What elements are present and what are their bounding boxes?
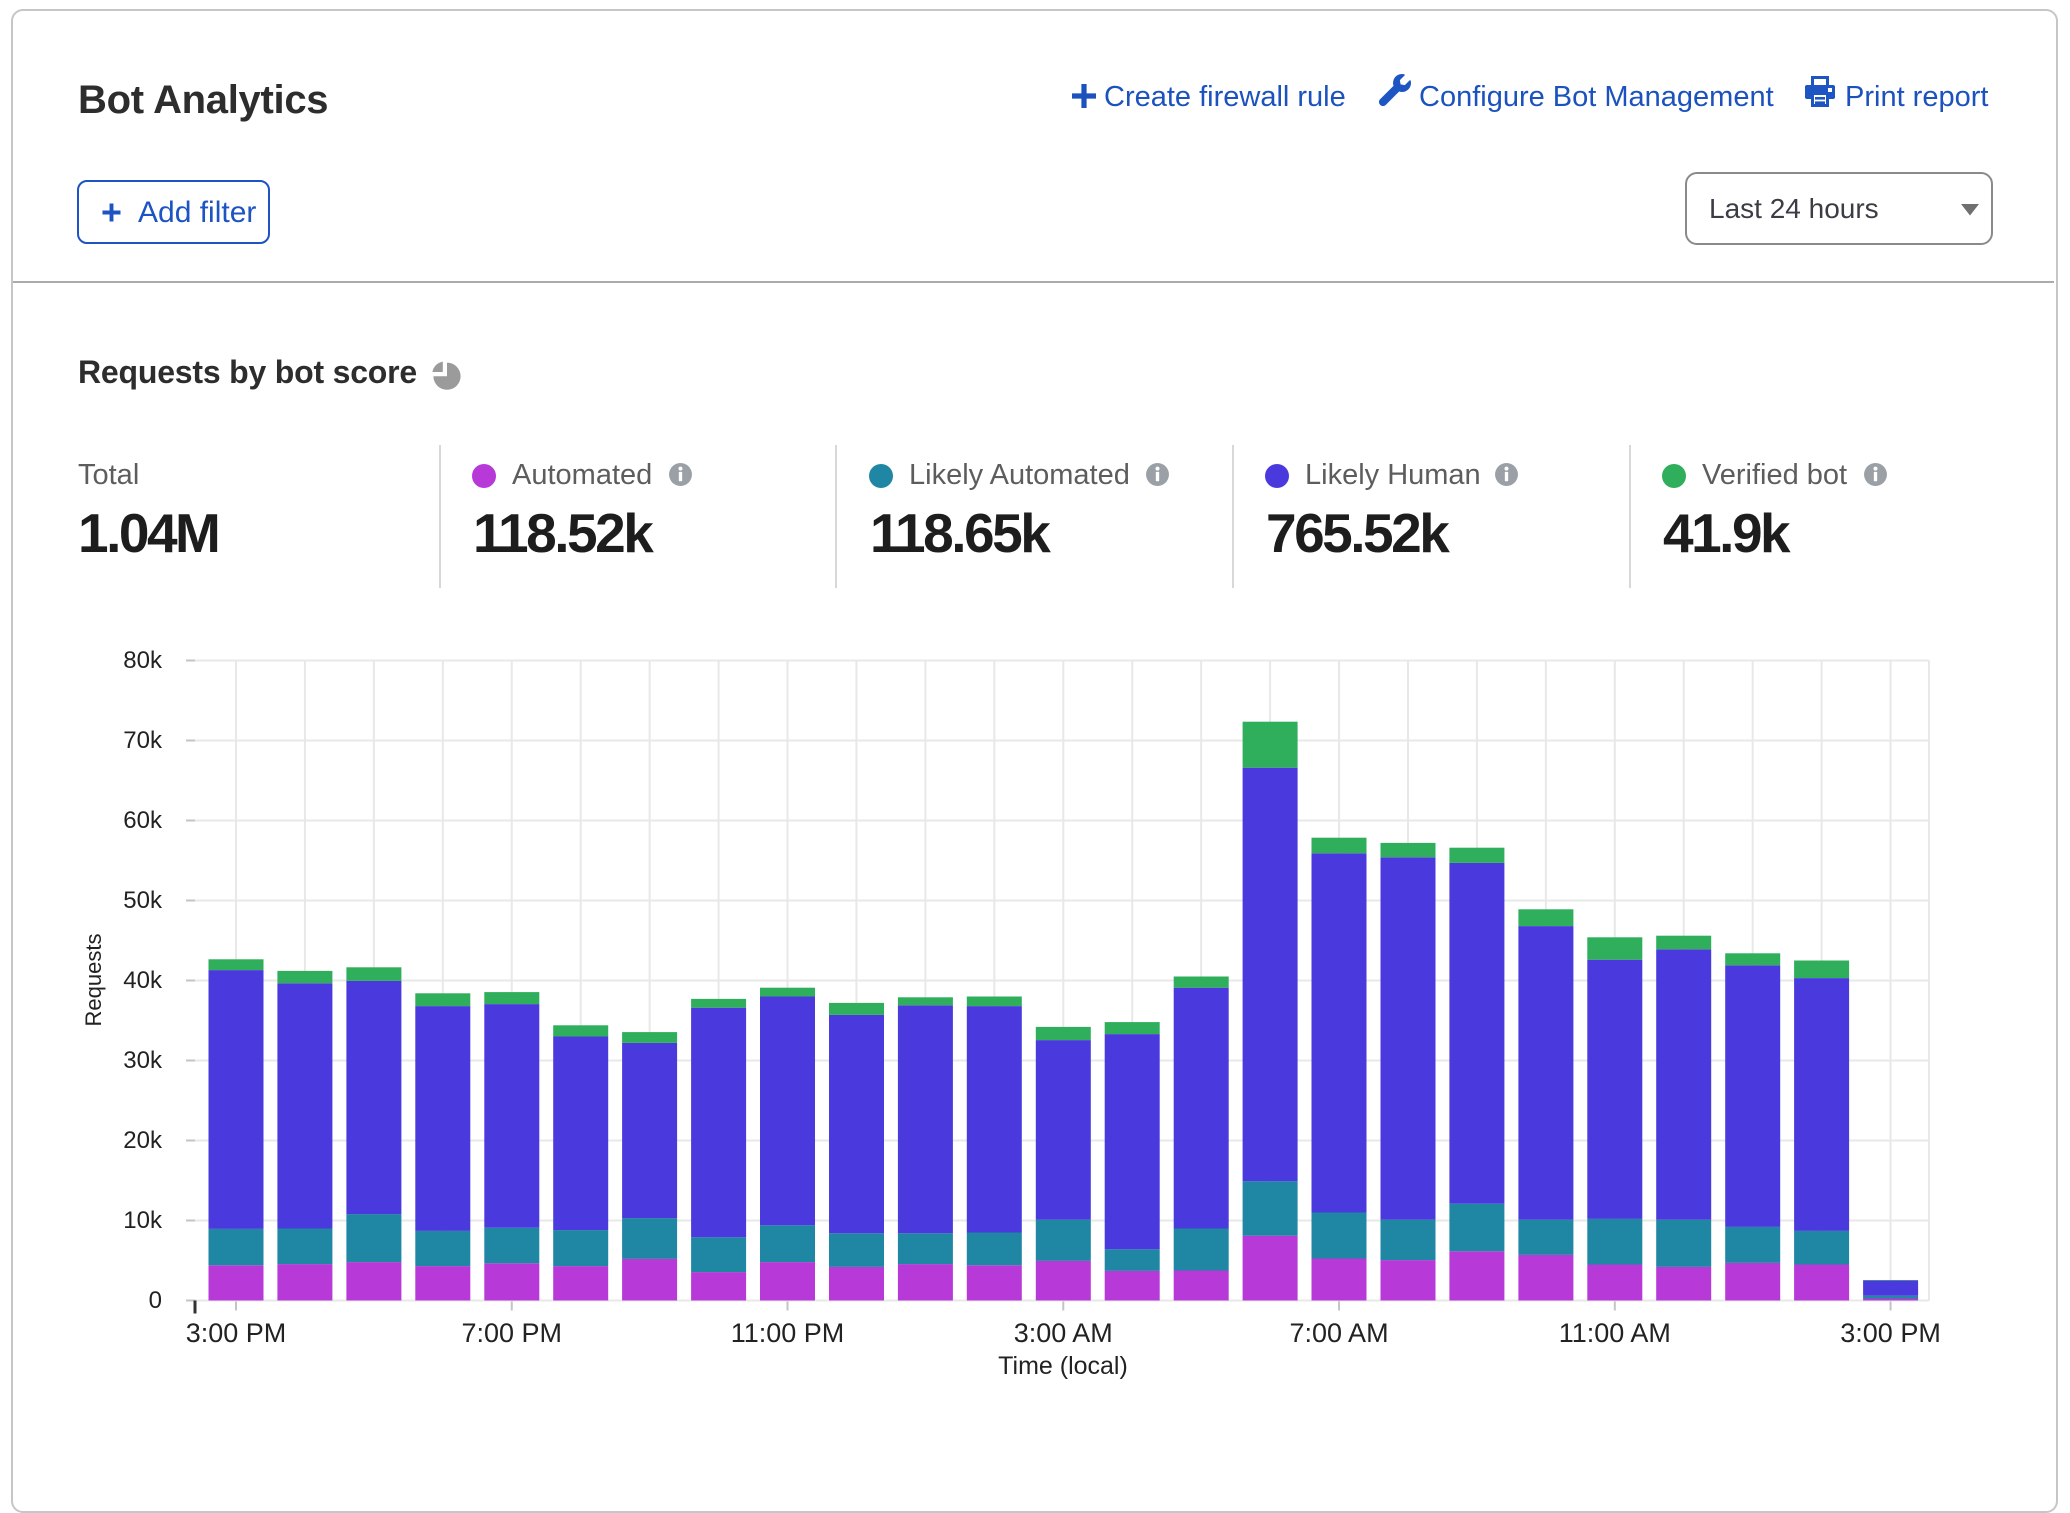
svg-text:3:00 PM: 3:00 PM xyxy=(186,1318,287,1348)
svg-text:Time (local): Time (local) xyxy=(998,1352,1128,1380)
svg-text:20k: 20k xyxy=(123,1127,163,1154)
svg-text:3:00 AM: 3:00 AM xyxy=(1014,1318,1113,1348)
svg-text:30k: 30k xyxy=(123,1047,163,1074)
svg-text:11:00 AM: 11:00 AM xyxy=(1559,1318,1671,1348)
svg-text:0: 0 xyxy=(149,1287,162,1314)
svg-text:50k: 50k xyxy=(123,887,163,914)
svg-text:70k: 70k xyxy=(123,727,163,754)
svg-text:7:00 AM: 7:00 AM xyxy=(1290,1318,1389,1348)
svg-text:Requests: Requests xyxy=(81,934,106,1027)
svg-text:7:00 PM: 7:00 PM xyxy=(461,1318,562,1348)
svg-text:80k: 80k xyxy=(123,647,163,674)
svg-text:60k: 60k xyxy=(123,807,163,834)
svg-text:11:00 PM: 11:00 PM xyxy=(731,1318,845,1348)
svg-text:40k: 40k xyxy=(123,967,163,994)
svg-text:10k: 10k xyxy=(123,1207,163,1234)
svg-text:3:00 PM: 3:00 PM xyxy=(1840,1318,1941,1348)
